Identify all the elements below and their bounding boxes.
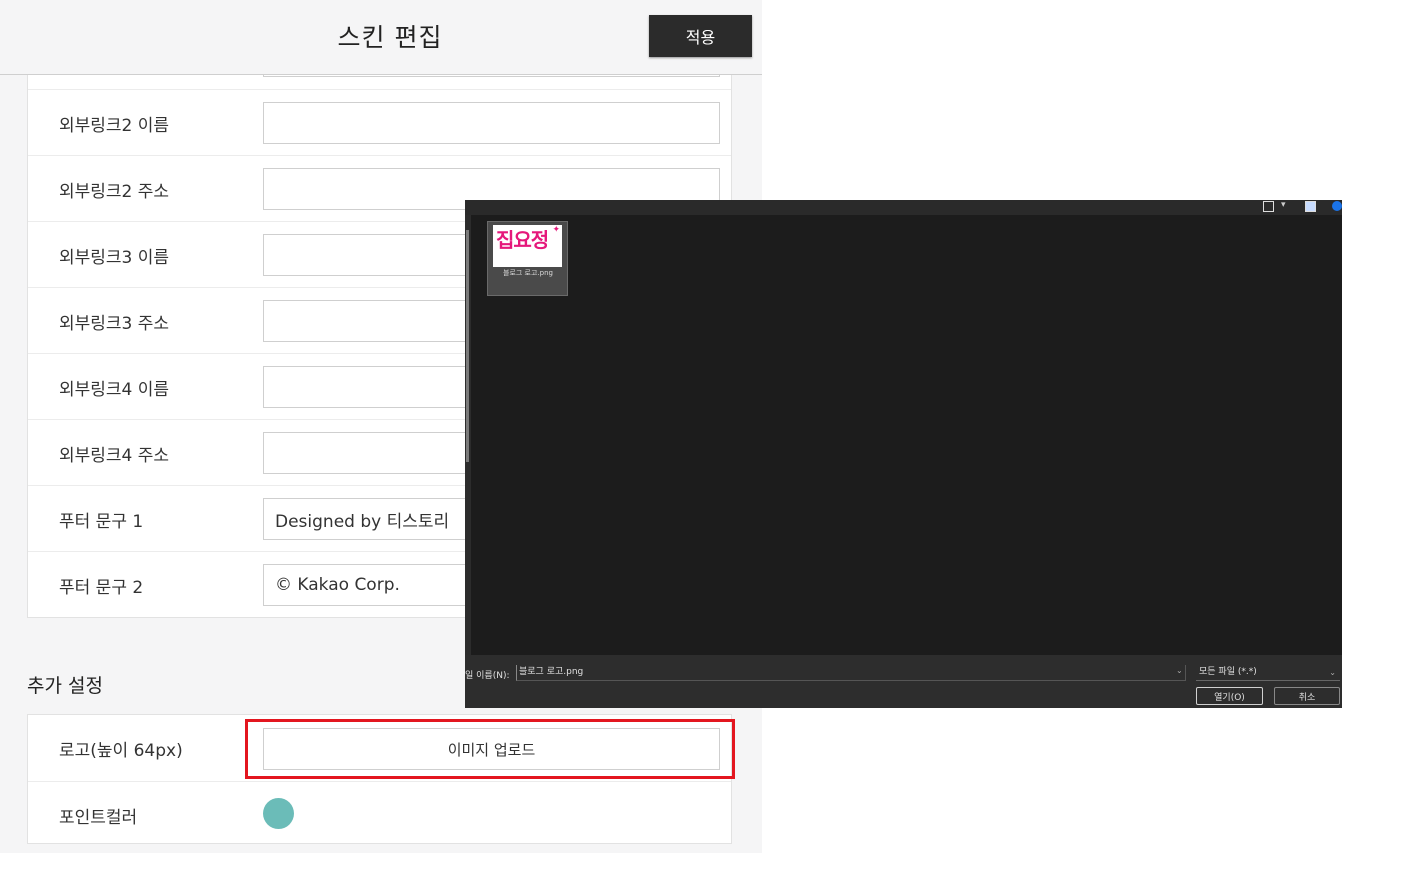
setting-row-external-link2-name: 외부링크2 이름	[28, 89, 731, 155]
setting-label: 로고(높이 64px)	[59, 741, 183, 761]
setting-label: 외부링크2 이름	[59, 116, 170, 136]
filename-input[interactable]: 블로그 로고.png	[516, 665, 1186, 681]
dialog-toolbar: ▾	[465, 200, 1342, 215]
setting-label: 외부링크4 이름	[59, 380, 170, 400]
preview-pane-icon[interactable]	[1305, 201, 1316, 212]
chevron-down-icon[interactable]: ⌄	[1176, 666, 1183, 675]
panel-header: 스킨 편집 적용	[0, 0, 762, 75]
scrollbar-thumb[interactable]	[466, 230, 469, 462]
extra-settings-title: 추가 설정	[27, 675, 103, 697]
logo-image-text: 집요정	[496, 228, 549, 252]
external-link2-name-input[interactable]	[263, 102, 720, 144]
filename-label: 일 이름(N):	[465, 671, 510, 681]
file-item[interactable]: 집요정 ✦ 블로그 로고.png	[487, 221, 568, 296]
setting-label: 외부링크4 주소	[59, 446, 170, 466]
extra-settings-card: 로고(높이 64px) 이미지 업로드 포인트컬러	[27, 714, 732, 844]
setting-label: 포인트컬러	[59, 808, 138, 828]
file-name: 블로그 로고.png	[503, 269, 553, 277]
point-color-swatch[interactable]	[263, 798, 294, 829]
setting-label: 외부링크3 이름	[59, 248, 170, 268]
nav-pane-scrollbar[interactable]	[465, 215, 471, 670]
apply-button[interactable]: 적용	[649, 15, 752, 57]
open-button[interactable]: 열기(O)	[1196, 687, 1263, 705]
view-mode-icon[interactable]	[1263, 201, 1274, 212]
file-thumbnail: 집요정 ✦	[493, 225, 562, 267]
chevron-down-icon[interactable]: ▾	[1281, 200, 1290, 210]
setting-row-logo: 로고(높이 64px) 이미지 업로드	[28, 715, 731, 781]
setting-row-point-color: 포인트컬러	[28, 781, 731, 847]
help-icon[interactable]	[1332, 201, 1342, 211]
cancel-button[interactable]: 취소	[1274, 687, 1340, 705]
filename-value: 블로그 로고.png	[519, 667, 584, 677]
setting-label: 푸터 문구 2	[59, 578, 144, 598]
sparkle-icon: ✦	[552, 225, 560, 235]
image-upload-button[interactable]: 이미지 업로드	[263, 728, 720, 770]
chevron-down-icon: ⌄	[1329, 668, 1336, 677]
setting-label: 외부링크2 주소	[59, 182, 170, 202]
file-type-value: 모든 파일 (*.*)	[1199, 667, 1257, 677]
setting-label: 외부링크3 주소	[59, 314, 170, 334]
page-title: 스킨 편집	[337, 23, 443, 52]
file-type-select[interactable]: 모든 파일 (*.*) ⌄	[1196, 665, 1340, 681]
setting-label: 푸터 문구 1	[59, 512, 144, 532]
file-open-dialog: ▾ 집요정 ✦ 블로그 로고.png 일 이름(N): 블로그 로고.png ⌄…	[465, 200, 1342, 708]
dialog-footer: 일 이름(N): 블로그 로고.png ⌄ 모든 파일 (*.*) ⌄ 열기(O…	[465, 655, 1342, 708]
